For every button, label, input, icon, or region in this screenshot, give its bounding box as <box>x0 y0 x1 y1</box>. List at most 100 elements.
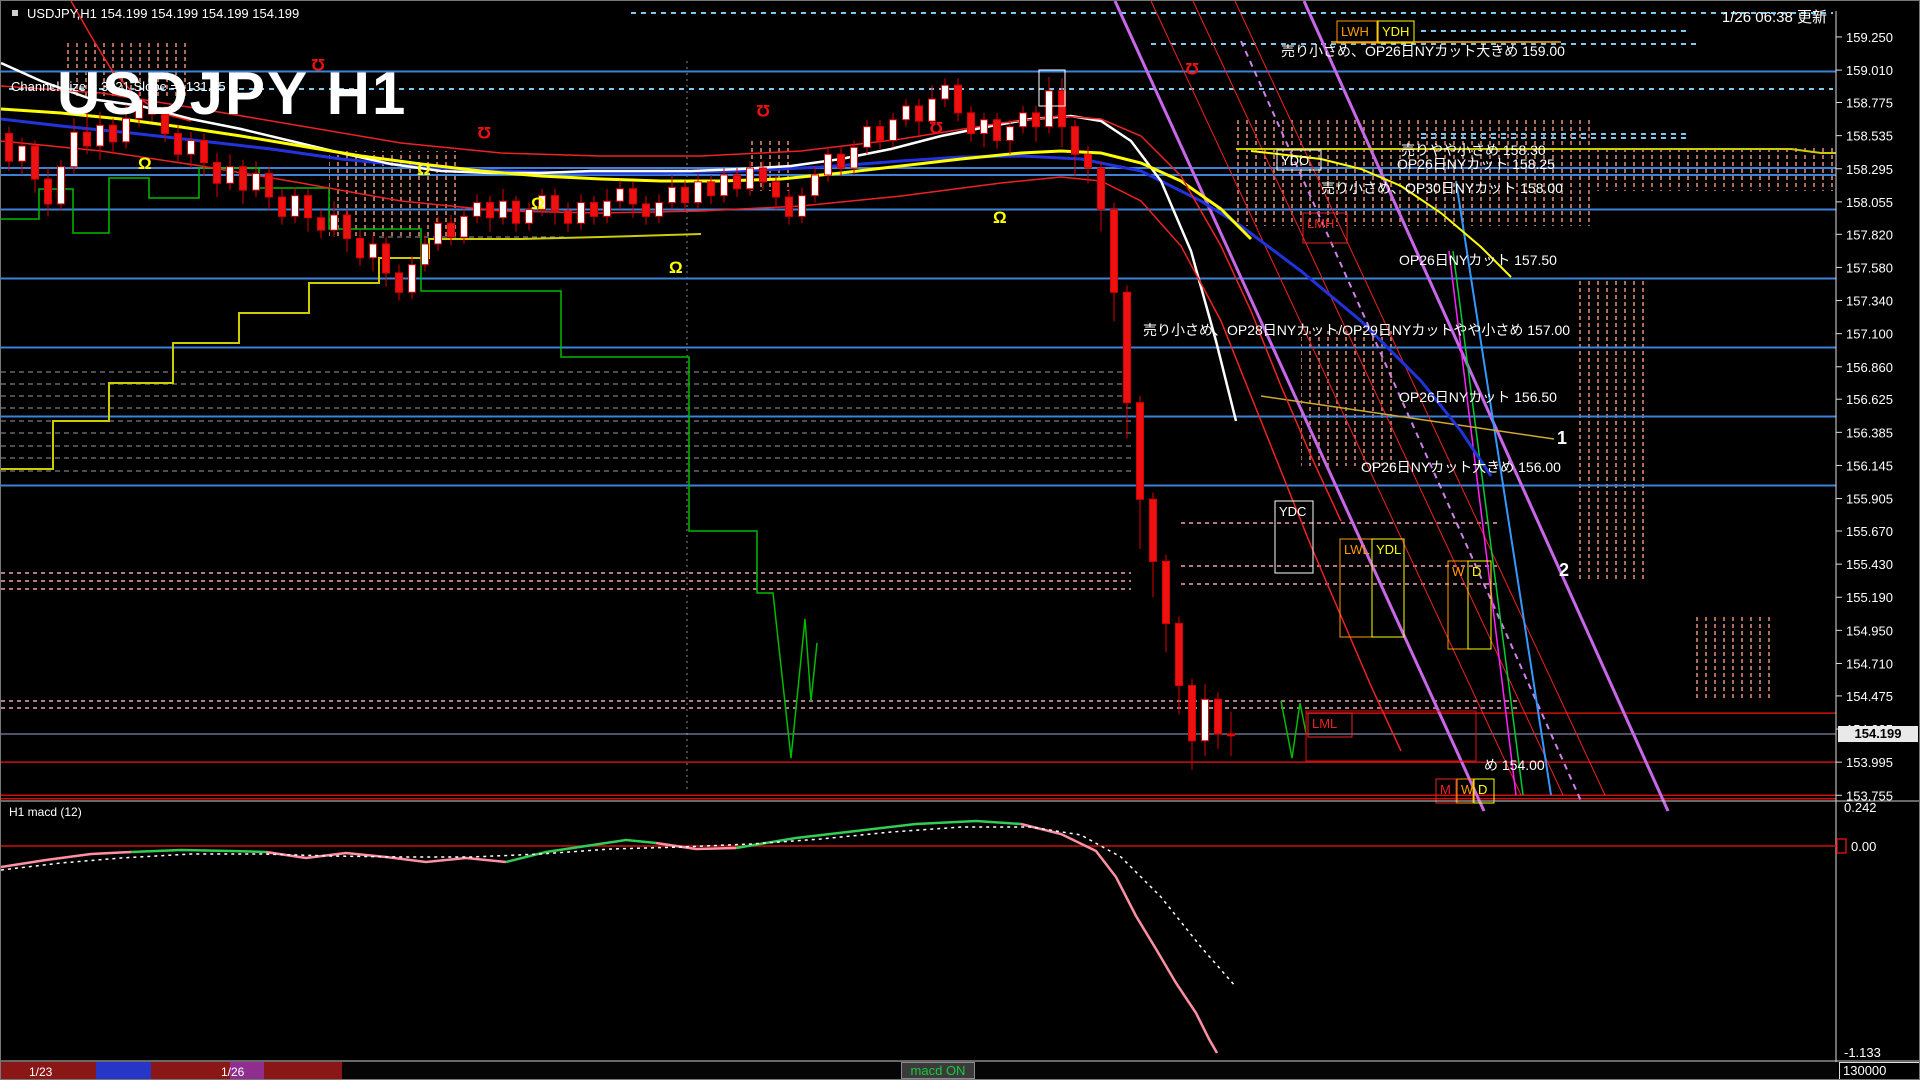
session-segment <box>342 1062 1837 1079</box>
axis-tick-label: 159.250 <box>1846 30 1893 45</box>
candlestick <box>356 237 364 259</box>
candlestick <box>824 153 832 176</box>
candlestick <box>694 181 702 204</box>
macd-max-label: 0.242 <box>1844 800 1877 815</box>
level-box-label: YDL <box>1376 542 1401 557</box>
candlestick <box>1110 208 1118 293</box>
candlestick <box>876 126 884 141</box>
candlestick <box>278 196 286 217</box>
level-box-label: W <box>1452 564 1465 579</box>
axis-tick-label: 154.950 <box>1846 623 1893 638</box>
candlestick <box>187 139 195 155</box>
candlestick <box>1136 402 1144 500</box>
candlestick <box>564 210 572 224</box>
sell-signal-icon: Ω <box>477 123 491 142</box>
volume-scale-box: 130000 <box>1839 1062 1919 1079</box>
axis-tick-label: 155.670 <box>1846 524 1893 539</box>
axis-tick-label: 154.710 <box>1846 656 1893 671</box>
candlestick <box>954 84 962 114</box>
level-box-label: YDO <box>1281 153 1309 168</box>
candlestick <box>642 203 650 217</box>
candlestick <box>382 243 390 274</box>
candlestick <box>343 214 351 239</box>
level-box-label: LML <box>1312 716 1337 731</box>
axis-tick-label: 155.190 <box>1846 590 1893 605</box>
candlestick <box>200 139 208 164</box>
candlestick <box>434 222 442 245</box>
level-box-label: M <box>1440 782 1451 797</box>
candlestick <box>785 196 793 217</box>
candlestick <box>655 202 663 217</box>
buy-signal-icon: Ω <box>993 208 1007 227</box>
sell-signal-icon: Ω <box>929 118 943 137</box>
candlestick <box>551 195 559 212</box>
candlestick <box>590 202 598 217</box>
macd-panel-label: H1 macd (12) <box>9 805 82 819</box>
candlestick <box>1162 560 1170 624</box>
chart-window: LWH YDH YDO LMH YDC LWL YDL W D LML M W D 売り小さめ、OP26… <box>0 0 1920 1080</box>
order-annotation: OP26日NYカット 156.50 <box>1399 389 1557 405</box>
order-annotation: 売り小さめ、OP26日NYカット大きめ 159.00 <box>1281 43 1565 59</box>
axis-tick-label: 155.430 <box>1846 557 1893 572</box>
candlestick <box>5 133 13 162</box>
candlestick <box>1188 685 1196 742</box>
macd-line <box>130 848 267 854</box>
window-icon <box>12 10 18 16</box>
candlestick <box>1084 153 1092 169</box>
candlestick <box>681 186 689 204</box>
order-annotation: 売り小さめ、OP30日NYカット 158.00 <box>1321 180 1563 196</box>
candlestick <box>798 195 806 217</box>
candlestick <box>603 200 611 217</box>
cloud-region <box>1576 281 1646 581</box>
candlestick <box>629 188 637 205</box>
order-annotation: 売り小さめ、OP28日NYカット/OP29日NYカットやや小さめ 157.00 <box>1143 322 1570 338</box>
candlestick <box>616 188 624 202</box>
candlestick <box>265 173 273 198</box>
axis-tick-label: 157.580 <box>1846 260 1893 275</box>
sell-signal-icon: Ω <box>756 101 770 120</box>
candlestick <box>369 243 377 259</box>
candlestick <box>772 181 780 198</box>
candlestick <box>213 162 221 184</box>
cloud-region <box>1301 331 1396 466</box>
axis-tick-label: 157.820 <box>1846 227 1893 242</box>
candlestick <box>1123 291 1131 404</box>
buy-signal-icon: Ω <box>669 258 683 277</box>
price-axis[interactable]: 159.250 159.010 158.775 158.535 158.295 158.0… <box>1835 11 1893 1080</box>
sell-signal-icon: Ω <box>1185 59 1199 78</box>
level-box-label: LWL <box>1344 542 1370 557</box>
candlestick <box>980 119 988 135</box>
macd-line <box>735 819 1022 850</box>
candlestick <box>447 222 455 238</box>
candlestick <box>70 131 78 168</box>
candlestick <box>1058 90 1066 128</box>
candlestick <box>850 146 858 169</box>
macd-on-button[interactable]: macd ON <box>901 1062 975 1079</box>
candlestick <box>1149 498 1157 562</box>
symbol-ohlc-line: USDJPY,H1 154.199 154.199 154.199 154.19… <box>27 6 300 21</box>
candlestick <box>1201 698 1209 742</box>
session-segment <box>96 1062 151 1079</box>
candlestick <box>993 119 1001 141</box>
candlestick <box>499 200 507 219</box>
axis-tick-label: 153.995 <box>1846 755 1893 770</box>
candlestick <box>915 105 923 122</box>
candlestick <box>733 174 741 190</box>
axis-tick-label: 156.625 <box>1846 392 1893 407</box>
candlestick <box>18 145 26 162</box>
axis-tick-label: 158.055 <box>1846 195 1893 210</box>
chart-canvas[interactable]: LWH YDHYDOLMHYDCLWL YDLW DLMLM W D 売り小さめ、OP26… <box>1 1 1920 1080</box>
macd-min-label: -1.133 <box>1844 1045 1881 1060</box>
candlestick <box>460 215 468 238</box>
candlestick <box>512 200 520 224</box>
candlestick <box>57 166 65 205</box>
level-box-label: YDC <box>1279 504 1306 519</box>
candlestick <box>863 126 871 148</box>
level-box-label: D <box>1472 564 1481 579</box>
candlestick <box>239 166 247 191</box>
candlestick <box>486 202 494 219</box>
order-annotation: OP26日NYカット 157.50 <box>1399 252 1557 268</box>
candlesticks <box>5 76 1235 770</box>
axis-tick-label: 154.475 <box>1846 689 1893 704</box>
trendline-number: 1 <box>1557 428 1567 448</box>
